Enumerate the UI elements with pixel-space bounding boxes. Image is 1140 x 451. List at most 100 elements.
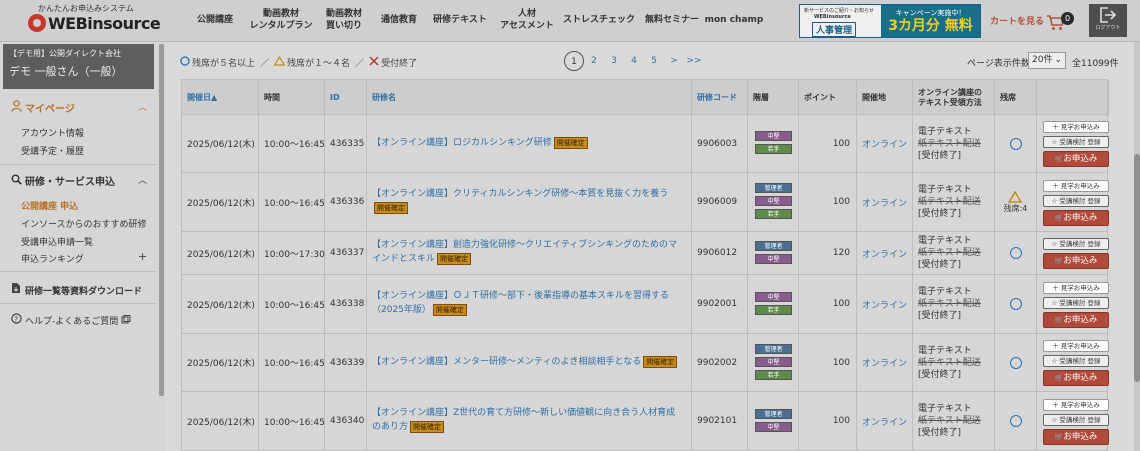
- cell-location[interactable]: オンライン: [857, 232, 913, 274]
- tour-request-button[interactable]: ＋ 見学お申込み: [1043, 121, 1109, 133]
- logout-label: ログアウト: [1095, 25, 1121, 31]
- sidebar-scrollbar[interactable]: [159, 44, 164, 396]
- text-method-line: [受付終了]: [918, 209, 962, 219]
- logout-button[interactable]: ログアウト: [1089, 4, 1127, 37]
- page-link[interactable]: 2: [584, 51, 604, 71]
- per-page-label: ページ表示件数: [967, 59, 1030, 69]
- nav-item[interactable]: ストレスチェック: [560, 0, 638, 42]
- sidebar-section-training[interactable]: 研修・サービス申込: [10, 173, 115, 188]
- consider-register-button[interactable]: ☆ 受講検討 登録: [1043, 413, 1109, 426]
- document-download-icon: [10, 282, 22, 297]
- tour-request-button[interactable]: ＋ 見学お申込み: [1043, 179, 1109, 192]
- cell-location[interactable]: オンライン: [857, 334, 913, 391]
- course-name-link[interactable]: 【オンライン講座】クリティカルシンキング研修～本質を見抜く力を養う: [372, 189, 668, 199]
- sidebar-item-account[interactable]: アカウント情報: [21, 126, 84, 139]
- consider-register-button[interactable]: ☆ 受講検討 登録: [1043, 296, 1109, 309]
- cell-text-method: 電子テキスト 紙テキスト配送 [受付終了]: [913, 334, 995, 391]
- cell-date: 2025/06/12(木): [182, 334, 259, 391]
- chevron-up-icon[interactable]: ︿: [138, 173, 147, 186]
- nav-item[interactable]: 人材 アセスメント: [496, 0, 558, 42]
- cell-location[interactable]: オンライン: [857, 275, 913, 333]
- page-link[interactable]: 4: [624, 51, 644, 71]
- cell-seats: [995, 334, 1037, 391]
- course-name-link[interactable]: 【オンライン講座】メンター研修～メンティのよき相談相手となる: [372, 357, 641, 367]
- cell-course-name: 【オンライン講座】ロジカルシンキング研修 開催確定: [367, 115, 692, 172]
- sidebar-item-request-list[interactable]: 受講申込申請一覧: [21, 235, 93, 248]
- apply-button[interactable]: 🛒お申込み: [1043, 311, 1109, 328]
- column-header[interactable]: 開催日▲: [182, 80, 259, 116]
- text-method-line: 紙テキスト配送: [918, 197, 981, 207]
- nav-item[interactable]: 公開講座: [180, 0, 250, 42]
- level-badge: 管理者: [755, 183, 792, 193]
- cell-course-name: 【オンライン講座】Z世代の育て方研修～新しい価値観に向き合う人材育成のあり方 開催…: [367, 392, 692, 450]
- column-header[interactable]: 研修コード: [692, 80, 748, 116]
- text-method-line: 紙テキスト配送: [918, 416, 981, 426]
- cell-location[interactable]: オンライン: [857, 392, 913, 450]
- nav-item[interactable]: 研修テキスト: [427, 0, 493, 42]
- nav-item[interactable]: 動画教材 買い切り: [318, 0, 370, 42]
- page-link[interactable]: >: [664, 51, 684, 71]
- per-page-select[interactable]: 20件 ⌄: [1028, 52, 1066, 69]
- consider-register-button-label: ☆ 受講検討 登録: [1051, 196, 1101, 205]
- campaign-banner[interactable]: 新サービスのご紹介・お知らせ WEBinsource 人事管理 キャンペーン実施…: [799, 4, 981, 38]
- course-name-link[interactable]: 【オンライン講座】ロジカルシンキング研修: [372, 138, 552, 148]
- apply-button[interactable]: 🛒お申込み: [1043, 252, 1109, 269]
- apply-button[interactable]: 🛒お申込み: [1043, 428, 1109, 445]
- course-name-link[interactable]: 【オンライン講座】創造力強化研修～クリエイティブシンキングのためのマインドとスキ…: [372, 240, 677, 264]
- sidebar-item-help[interactable]: ? ヘルプ-よくあるご質問: [10, 313, 131, 327]
- text-method-line: 紙テキスト配送: [918, 138, 981, 149]
- sidebar-section-mypage[interactable]: マイページ: [10, 100, 75, 115]
- nav-item[interactable]: 無料セミナー: [641, 0, 703, 42]
- consider-register-button-label: ☆ 受講検討 登録: [1051, 415, 1101, 424]
- consider-register-button-label: ☆ 受講検討 登録: [1051, 298, 1101, 307]
- page-link[interactable]: >>: [684, 51, 704, 71]
- nav-item-label: 無料セミナー: [644, 15, 699, 26]
- page-scrollbar[interactable]: [1134, 42, 1140, 451]
- tour-request-button-label: ＋ 見学お申込み: [1052, 283, 1100, 292]
- cart-link[interactable]: カートを見る: [990, 14, 1044, 27]
- scrollbar-thumb[interactable]: [1134, 154, 1140, 382]
- column-header[interactable]: 研修名: [367, 80, 692, 116]
- nav-item[interactable]: 通信教育: [371, 0, 427, 42]
- apply-button[interactable]: 🛒お申込み: [1043, 370, 1109, 386]
- user-info-box: 【デモ用】公開ダイレクト会社 デモ 一般さん（一般）: [3, 44, 154, 89]
- cell-location[interactable]: オンライン: [857, 173, 913, 231]
- tour-request-button[interactable]: ＋ 見学お申込み: [1043, 398, 1109, 411]
- nav-item-label: 公開講座: [196, 15, 233, 26]
- page-link[interactable]: 3: [604, 51, 624, 71]
- consider-register-button[interactable]: ☆ 受講検討 登録: [1043, 237, 1109, 250]
- consider-register-button[interactable]: ☆ 受講検討 登録: [1043, 136, 1109, 148]
- nav-item[interactable]: 動画教材 レンタルプラン: [246, 0, 316, 42]
- column-header[interactable]: ID: [325, 80, 367, 116]
- logout-icon: [1100, 7, 1117, 23]
- plus-icon[interactable]: +: [138, 250, 147, 263]
- page-link[interactable]: 1: [564, 51, 584, 71]
- course-name-link[interactable]: 【オンライン講座】ＯＪＴ研修～部下・後輩指導の基本スキルを習得する（2025年版…: [372, 291, 669, 315]
- column-header: オンライン講座の テキスト受領方法: [913, 80, 995, 116]
- level-badge: 中堅: [755, 196, 792, 206]
- page-link[interactable]: 5: [644, 51, 664, 71]
- sidebar-item-ranking[interactable]: 申込ランキング: [21, 252, 84, 265]
- sidebar-item-download[interactable]: 研修一覧等資料ダウンロード: [10, 282, 142, 297]
- sidebar-item-recommend[interactable]: インソースからのおすすめ研修: [21, 217, 147, 230]
- consider-register-button[interactable]: ☆ 受講検討 登録: [1043, 194, 1109, 207]
- logo-tagline: かんたんお申込みシステム: [38, 4, 134, 13]
- chevron-down-icon: ⌄: [1054, 55, 1062, 65]
- sidebar-item-public-course[interactable]: 公開講座 申込: [21, 199, 78, 212]
- consider-register-button-label: ☆ 受講検討 登録: [1051, 239, 1101, 248]
- apply-button[interactable]: 🛒お申込み: [1043, 209, 1109, 226]
- consider-register-button[interactable]: ☆ 受講検討 登録: [1043, 355, 1109, 367]
- text-method-line: 電子テキスト: [918, 185, 972, 195]
- tour-request-button[interactable]: ＋ 見学お申込み: [1043, 281, 1109, 294]
- cell-actions: ＋ 見学お申込み ☆ 受講検討 登録 🛒お申込み: [1037, 173, 1109, 231]
- nav-item[interactable]: mon champ: [703, 0, 765, 42]
- cell-course-code: 9906003: [692, 115, 748, 172]
- chevron-up-icon[interactable]: ︿: [138, 100, 147, 113]
- cell-location[interactable]: オンライン: [857, 115, 913, 172]
- sidebar-item-history[interactable]: 受講予定・履歴: [21, 144, 84, 157]
- apply-button[interactable]: 🛒お申込み: [1043, 151, 1109, 167]
- cell-actions: ☆ 受講検討 登録 🛒お申込み: [1037, 232, 1109, 274]
- tour-request-button[interactable]: ＋ 見学お申込み: [1043, 340, 1109, 352]
- site-logo[interactable]: かんたんお申込みシステム WEBinsource: [28, 3, 161, 37]
- apply-button-label: お申込み: [1063, 154, 1098, 164]
